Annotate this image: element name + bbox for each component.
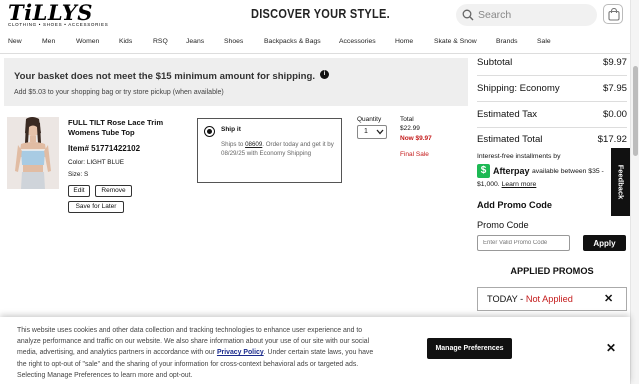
shopping-bag-button[interactable] [603,4,623,24]
shopping-bag-icon [608,8,620,21]
nav-item-home[interactable]: Home [395,38,413,45]
product-item-number: Item# 51771422102 [68,144,141,153]
original-price: $22.99 [400,125,420,132]
promo-label: Promo Code [477,220,529,230]
applied-promo-item: TODAY - Not Applied ✕ [477,287,627,311]
site-header: TiLLYS CLOTHING • SHOES • ACCESSORIES DI… [0,0,630,32]
nav-item-shoes[interactable]: Shoes [224,38,243,45]
edit-button[interactable]: Edit [68,185,90,197]
main-nav: New Men Women Kids RSQ Jeans Shoes Backp… [0,32,630,54]
alert-subtitle: Add $5.03 to your shopping bag or try st… [14,89,224,96]
afterpay-icon: $ [477,164,490,178]
nav-item-kids[interactable]: Kids [119,38,132,45]
scrollbar-thumb[interactable] [633,66,638,156]
applied-promo-label: TODAY - Not Applied [487,294,573,304]
promo-code-input[interactable] [477,235,570,251]
chevron-down-icon [376,129,384,135]
quantity-label: Quantity [357,116,382,123]
estimated-total-label: Estimated Total [477,134,543,145]
model-photo [7,117,59,189]
product-color: Color: LIGHT BLUE [68,159,124,166]
summary-divider [477,101,627,102]
afterpay-max: $1,000. [477,181,500,188]
logo-tagline: CLOTHING • SHOES • ACCESSORIES [8,22,109,27]
nav-item-accessories[interactable]: Accessories [339,38,376,45]
promo-name: TODAY - [487,294,526,304]
page-scrollbar[interactable] [630,0,639,384]
product-name[interactable]: FULL TILT Rose Lace Trim Womens Tube Top [68,118,188,138]
nav-item-women[interactable]: Women [76,38,99,45]
afterpay-name: Afterpay [493,166,530,176]
installments-text: Interest-free installments by [477,153,561,160]
logo-text: TiLLYS [8,0,93,25]
shipping-value: $7.95 [602,83,627,94]
afterpay-range: available between $35 - [532,168,604,175]
zip-code-link[interactable]: 08609 [245,141,262,148]
applied-promos-heading: APPLIED PROMOS [510,266,594,276]
save-for-later-button[interactable]: Save for Later [68,201,124,213]
info-icon[interactable]: i [320,70,329,79]
nav-item-sale[interactable]: Sale [537,38,551,45]
summary-divider [477,75,627,76]
remove-promo-icon[interactable]: ✕ [604,292,613,305]
ship-text-prefix: Ships to [221,141,246,148]
feedback-tab[interactable]: Feedback [611,148,631,216]
nav-item-rsq[interactable]: RSQ [153,38,168,45]
quantity-select[interactable]: 1 [357,125,387,139]
remove-button[interactable]: Remove [95,185,132,197]
quantity-value: 1 [364,128,368,135]
search-input[interactable] [478,6,590,24]
shipping-label: Shipping: Economy [477,83,560,94]
ship-it-title: Ship it [221,126,241,133]
product-image[interactable] [7,117,59,189]
tax-label: Estimated Tax [477,109,538,120]
tax-value: $0.00 [602,109,627,120]
promo-status: Not Applied [525,294,573,304]
final-sale-label: Final Sale [400,151,429,158]
estimated-total-value: $17.92 [597,134,627,145]
tillys-logo[interactable]: TiLLYS CLOTHING • SHOES • ACCESSORIES [8,0,114,28]
minimum-shipping-alert: Your basket does not meet the $15 minimu… [4,58,468,106]
apply-promo-button[interactable]: Apply [583,235,626,251]
afterpay-max-row: $1,000. Learn more [477,181,536,188]
ship-it-option[interactable]: Ship it Ships to 08609. Order today and … [197,118,342,183]
privacy-policy-link[interactable]: Privacy Policy [217,349,264,356]
learn-more-link[interactable]: Learn more [502,181,537,188]
total-label: Total [400,116,414,123]
sale-price: Now $9.97 [400,135,432,142]
nav-item-men[interactable]: Men [42,38,55,45]
nav-item-backpacks[interactable]: Backpacks & Bags [264,38,321,45]
close-icon[interactable]: ✕ [606,341,616,355]
manage-preferences-button[interactable]: Manage Preferences [427,338,512,359]
ship-it-description: Ships to 08609. Order today and get it b… [221,140,335,158]
subtotal-value: $9.97 [602,57,627,68]
search-icon[interactable] [462,9,474,21]
ship-it-radio[interactable] [204,126,215,137]
cookie-banner: This website uses cookies and other data… [0,317,630,384]
slogan: DISCOVER YOUR STYLE. [251,7,390,21]
cookie-text: This website uses cookies and other data… [17,325,382,381]
alert-title: Your basket does not meet the $15 minimu… [14,71,315,82]
nav-item-skate-snow[interactable]: Skate & Snow [434,38,477,45]
product-size: Size: S [68,171,89,178]
subtotal-label: Subtotal [477,57,513,68]
summary-divider [477,127,627,128]
nav-item-brands[interactable]: Brands [496,38,518,45]
nav-item-jeans[interactable]: Jeans [186,38,204,45]
feedback-label: Feedback [616,164,626,200]
nav-item-new[interactable]: New [8,38,22,45]
afterpay-row: $ Afterpay available between $35 - [477,163,613,179]
promo-heading: Add Promo Code [477,200,553,210]
search-bar[interactable] [456,4,597,26]
